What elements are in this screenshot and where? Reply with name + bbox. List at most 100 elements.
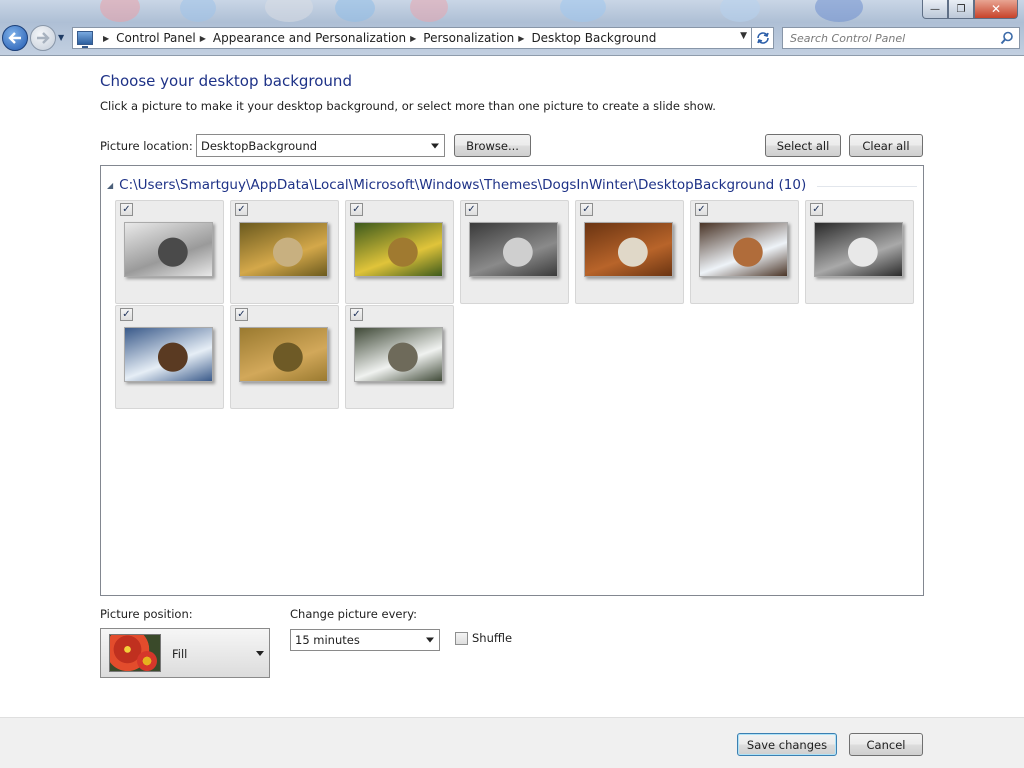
picture-thumbnail: [239, 327, 328, 382]
checkmark-icon: ✓: [697, 203, 706, 215]
search-box[interactable]: [782, 27, 1020, 49]
picture-tile[interactable]: ✓: [115, 305, 224, 409]
change-interval-label: Change picture every:: [290, 607, 418, 621]
picture-location-label: Picture location:: [100, 139, 193, 153]
checkmark-icon: ✓: [582, 203, 591, 215]
picture-gallery[interactable]: ◢ C:\Users\Smartguy\AppData\Local\Micros…: [100, 165, 924, 596]
checkmark-icon: ✓: [352, 308, 361, 320]
address-bar[interactable]: ▶ Control Panel ▶ Appearance and Persona…: [72, 27, 752, 49]
picture-checkbox[interactable]: ✓: [580, 203, 593, 216]
picture-checkbox[interactable]: ✓: [350, 308, 363, 321]
picture-checkbox[interactable]: ✓: [350, 203, 363, 216]
breadcrumb-separator-icon[interactable]: ▶: [103, 34, 109, 43]
checkmark-icon: ✓: [237, 308, 246, 320]
checkmark-icon: ✓: [352, 203, 361, 215]
shuffle-checkbox[interactable]: [455, 631, 468, 645]
refresh-icon: [756, 32, 769, 44]
select-all-button[interactable]: Select all: [765, 134, 841, 157]
close-button[interactable]: ✕: [974, 0, 1018, 19]
window-controls: — ❐ ✕: [922, 0, 1018, 19]
search-icon[interactable]: [1000, 31, 1014, 45]
arrow-right-icon: [37, 32, 50, 44]
aero-glass-decoration: [815, 0, 863, 22]
aero-glass-decoration: [265, 0, 313, 22]
picture-thumbnail: [239, 222, 328, 277]
picture-tile[interactable]: ✓: [690, 200, 799, 304]
browse-button[interactable]: Browse...: [454, 134, 531, 157]
picture-thumbnail: [699, 222, 788, 277]
picture-location-select[interactable]: DesktopBackground: [196, 134, 445, 157]
aero-glass-decoration: [410, 0, 448, 22]
checkmark-icon: ✓: [237, 203, 246, 215]
recent-pages-dropdown[interactable]: ▼: [58, 33, 64, 42]
aero-glass-decoration: [100, 0, 140, 22]
title-bar: — ❐ ✕ ▼ ▶ Control Panel ▶ Appearance and…: [0, 0, 1024, 56]
group-header[interactable]: ◢ C:\Users\Smartguy\AppData\Local\Micros…: [107, 177, 806, 193]
picture-position-select[interactable]: Fill: [100, 628, 270, 678]
arrow-left-icon: [8, 32, 21, 44]
group-divider: [817, 186, 917, 187]
checkmark-icon: ✓: [467, 203, 476, 215]
picture-tile[interactable]: ✓: [345, 200, 454, 304]
checkmark-icon: ✓: [812, 203, 821, 215]
picture-tile[interactable]: ✓: [230, 200, 339, 304]
breadcrumb-control-panel[interactable]: Control Panel: [116, 31, 196, 45]
refresh-button[interactable]: [752, 27, 774, 49]
forward-button[interactable]: [30, 25, 56, 51]
breadcrumb-personalization[interactable]: Personalization: [423, 31, 514, 45]
change-interval-value: 15 minutes: [295, 633, 360, 647]
picture-checkbox[interactable]: ✓: [695, 203, 708, 216]
picture-thumbnail: [584, 222, 673, 277]
breadcrumb-separator-icon[interactable]: ▶: [518, 34, 524, 43]
shuffle-option[interactable]: Shuffle: [455, 631, 512, 645]
picture-checkbox[interactable]: ✓: [810, 203, 823, 216]
chevron-down-icon: [256, 651, 264, 656]
clear-all-button[interactable]: Clear all: [849, 134, 923, 157]
restore-button[interactable]: ❐: [948, 0, 974, 19]
picture-tile[interactable]: ✓: [115, 200, 224, 304]
breadcrumb-desktop-background[interactable]: Desktop Background: [531, 31, 656, 45]
picture-checkbox[interactable]: ✓: [235, 203, 248, 216]
flower-icon: [137, 651, 157, 671]
group-path: C:\Users\Smartguy\AppData\Local\Microsof…: [119, 177, 807, 193]
picture-tile[interactable]: ✓: [230, 305, 339, 409]
search-input[interactable]: [783, 28, 989, 48]
breadcrumb-appearance[interactable]: Appearance and Personalization: [213, 31, 406, 45]
checkmark-icon: ✓: [122, 308, 131, 320]
cancel-button[interactable]: Cancel: [849, 733, 923, 756]
chevron-down-icon: [431, 143, 439, 148]
aero-glass-decoration: [560, 0, 606, 22]
address-history-dropdown[interactable]: ▼: [740, 31, 747, 41]
picture-thumbnail: [469, 222, 558, 277]
footer-bar: Save changes Cancel: [0, 717, 1024, 768]
back-button[interactable]: [2, 25, 28, 51]
checkmark-icon: ✓: [122, 203, 131, 215]
control-panel-icon: [77, 31, 93, 48]
picture-checkbox[interactable]: ✓: [120, 203, 133, 216]
breadcrumb-separator-icon[interactable]: ▶: [410, 34, 416, 43]
picture-tile[interactable]: ✓: [345, 305, 454, 409]
change-interval-select[interactable]: 15 minutes: [290, 629, 440, 651]
picture-checkbox[interactable]: ✓: [465, 203, 478, 216]
picture-checkbox[interactable]: ✓: [120, 308, 133, 321]
aero-glass-decoration: [720, 0, 760, 22]
picture-tile[interactable]: ✓: [805, 200, 914, 304]
picture-thumbnail: [354, 327, 443, 382]
picture-thumbnail: [354, 222, 443, 277]
minimize-button[interactable]: —: [922, 0, 948, 19]
picture-position-value: Fill: [172, 647, 188, 661]
chevron-down-icon: [426, 637, 434, 643]
aero-glass-decoration: [180, 0, 216, 22]
page-subtitle: Click a picture to make it your desktop …: [100, 99, 716, 113]
picture-tile[interactable]: ✓: [460, 200, 569, 304]
breadcrumb-separator-icon[interactable]: ▶: [200, 34, 206, 43]
picture-thumbnail: [124, 222, 213, 277]
save-changes-button[interactable]: Save changes: [737, 733, 837, 756]
picture-checkbox[interactable]: ✓: [235, 308, 248, 321]
picture-tile[interactable]: ✓: [575, 200, 684, 304]
shuffle-label: Shuffle: [472, 631, 513, 645]
page-title: Choose your desktop background: [100, 72, 352, 90]
collapse-triangle-icon[interactable]: ◢: [107, 181, 113, 190]
divider: [0, 55, 1024, 56]
picture-location-value: DesktopBackground: [201, 138, 318, 153]
